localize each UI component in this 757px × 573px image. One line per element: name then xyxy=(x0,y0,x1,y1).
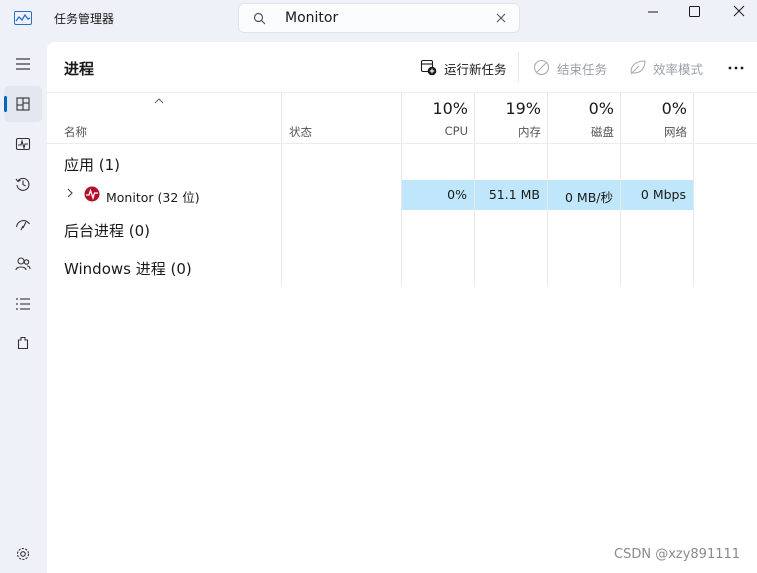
nav-processes[interactable] xyxy=(4,86,42,122)
network-label: 网络 xyxy=(664,125,687,139)
processes-icon xyxy=(16,97,30,111)
table-header: 名称 状态 10% CPU 19% 内存 0% 磁盘 0% 网络 xyxy=(47,92,757,144)
search-box[interactable]: Monitor xyxy=(238,3,520,33)
selected-indicator xyxy=(4,96,7,112)
search-icon xyxy=(253,12,266,25)
process-network: 0 Mbps xyxy=(640,187,686,202)
details-icon xyxy=(16,298,30,310)
performance-icon xyxy=(15,137,31,151)
network-percent: 0% xyxy=(661,99,687,118)
disk-label: 磁盘 xyxy=(591,125,614,139)
table-row[interactable]: Monitor (32 位) 0% 51.1 MB 0 MB/秒 0 Mbps xyxy=(47,180,757,210)
monitor-app-icon xyxy=(84,186,100,202)
title-bar: 任务管理器 Monitor xyxy=(0,0,757,38)
end-task-icon xyxy=(533,59,550,76)
page-title: 进程 xyxy=(64,60,95,78)
services-icon xyxy=(17,336,29,350)
sort-ascending-icon xyxy=(154,98,164,104)
process-disk: 0 MB/秒 xyxy=(565,190,613,205)
run-new-task-icon xyxy=(420,59,437,76)
column-header-name[interactable]: 名称 xyxy=(64,124,87,140)
process-memory-cell: 51.1 MB xyxy=(475,180,547,210)
clear-search-icon[interactable] xyxy=(495,12,507,24)
close-button[interactable] xyxy=(714,0,757,30)
search-input[interactable]: Monitor xyxy=(285,10,338,26)
users-icon xyxy=(15,257,31,271)
process-name: Monitor (32 位) xyxy=(106,190,200,205)
startup-apps-icon xyxy=(15,220,30,231)
process-cpu: 0% xyxy=(447,187,467,202)
navigation-sidebar xyxy=(0,38,46,573)
process-memory: 51.1 MB xyxy=(488,187,540,202)
maximize-button[interactable] xyxy=(672,0,718,30)
efficiency-mode-icon xyxy=(630,60,646,75)
minimize-button[interactable] xyxy=(630,0,676,30)
cpu-label: CPU xyxy=(444,124,468,138)
column-header-cpu[interactable]: 10% CPU xyxy=(402,93,474,145)
memory-label: 内存 xyxy=(518,125,541,139)
toolbar-divider xyxy=(518,52,519,82)
column-header-disk[interactable]: 0% 磁盘 xyxy=(548,93,620,145)
app-title: 任务管理器 xyxy=(54,12,115,26)
process-cpu-cell: 0% xyxy=(402,180,474,210)
disk-percent: 0% xyxy=(588,99,614,118)
maximize-icon xyxy=(689,6,700,17)
nav-startup-apps[interactable] xyxy=(4,206,42,242)
nav-performance[interactable] xyxy=(4,126,42,162)
chevron-right-icon[interactable] xyxy=(66,188,74,198)
run-new-task-label: 运行新任务 xyxy=(444,62,507,77)
task-manager-window: 任务管理器 Monitor 进程 运行新任务 结束任务 效率模式 名称 状态 1… xyxy=(0,0,757,573)
end-task-label: 结束任务 xyxy=(557,62,608,77)
task-manager-icon xyxy=(14,11,32,25)
nav-app-history[interactable] xyxy=(4,166,42,202)
more-options-icon[interactable] xyxy=(726,58,746,78)
column-header-memory[interactable]: 19% 内存 xyxy=(475,93,547,145)
nav-users[interactable] xyxy=(4,246,42,282)
group-background-processes: 后台进程 (0) xyxy=(64,222,151,240)
nav-details[interactable] xyxy=(4,286,42,322)
column-header-status[interactable]: 状态 xyxy=(289,124,312,140)
minimize-icon xyxy=(648,11,658,13)
efficiency-mode-label: 效率模式 xyxy=(653,62,704,77)
column-header-network[interactable]: 0% 网络 xyxy=(621,93,693,145)
nav-services[interactable] xyxy=(4,326,42,362)
menu-icon xyxy=(16,58,30,70)
nav-menu-button[interactable] xyxy=(4,46,42,82)
group-windows-processes: Windows 进程 (0) xyxy=(64,260,192,278)
close-icon xyxy=(733,5,745,17)
app-history-icon xyxy=(15,177,30,191)
toolbar: 进程 运行新任务 结束任务 效率模式 xyxy=(47,42,757,92)
process-network-cell: 0 Mbps xyxy=(621,180,693,210)
group-apps: 应用 (1) xyxy=(64,156,121,174)
content-panel: 进程 运行新任务 结束任务 效率模式 名称 状态 10% CPU 19% 内存 … xyxy=(47,42,757,573)
watermark: CSDN @xzy891111 xyxy=(614,547,741,562)
settings-icon xyxy=(16,547,30,561)
cpu-percent: 10% xyxy=(432,99,468,118)
process-disk-cell: 0 MB/秒 xyxy=(548,180,620,210)
nav-settings[interactable] xyxy=(4,536,42,572)
memory-percent: 19% xyxy=(505,99,541,118)
